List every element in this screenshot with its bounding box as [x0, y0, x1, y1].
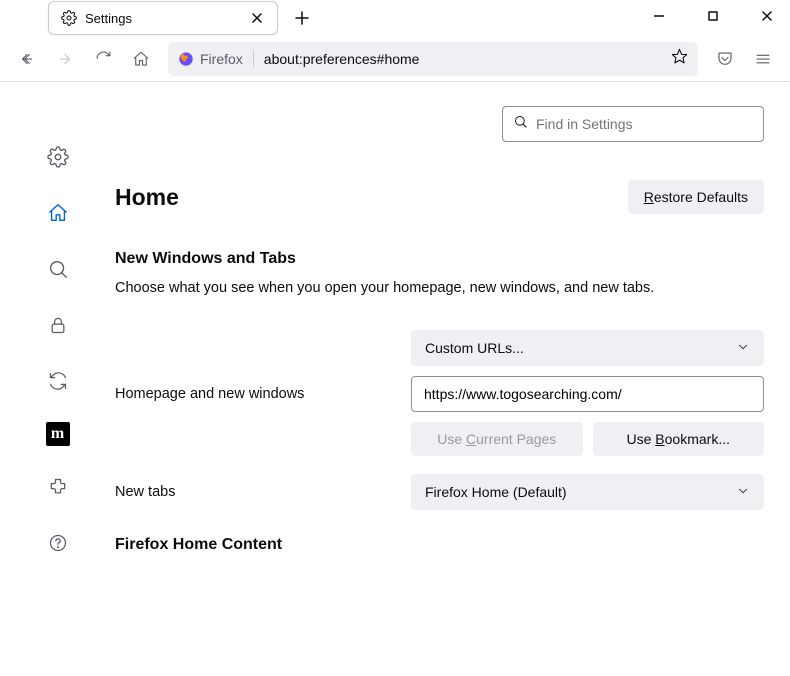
forward-button[interactable]: [48, 42, 82, 76]
browser-tab-settings[interactable]: Settings: [48, 1, 278, 35]
chevron-down-icon: [736, 484, 750, 501]
homepage-select-value: Custom URLs...: [425, 340, 524, 356]
app-menu-button[interactable]: [746, 42, 780, 76]
chevron-down-icon: [736, 340, 750, 357]
search-icon: [513, 114, 528, 134]
section-description: Choose what you see when you open your h…: [115, 278, 764, 298]
section-title-home-content: Firefox Home Content: [115, 536, 764, 554]
sidebar-item-help[interactable]: [43, 528, 73, 558]
page-title: Home: [115, 184, 179, 211]
new-tab-button[interactable]: [286, 2, 318, 34]
home-button[interactable]: [124, 42, 158, 76]
gear-icon: [61, 10, 77, 26]
section-title-new-windows-tabs: New Windows and Tabs: [115, 250, 764, 268]
urlbar-separator: [253, 50, 254, 68]
sidebar-item-general[interactable]: [43, 142, 73, 172]
use-bookmark-button[interactable]: Use Bookmark...: [593, 422, 765, 456]
url-bar[interactable]: Firefox about:preferences#home: [168, 42, 698, 76]
homepage-label: Homepage and new windows: [115, 330, 399, 402]
urlbar-firefox-label: Firefox: [200, 51, 243, 67]
settings-search-box[interactable]: [502, 106, 764, 142]
sidebar-item-more-mozilla[interactable]: m: [46, 422, 70, 446]
bookmark-star-icon[interactable]: [671, 48, 688, 70]
sidebar-item-sync[interactable]: [43, 366, 73, 396]
use-current-pages-button[interactable]: Use Current Pages: [411, 422, 583, 456]
sidebar-item-extensions[interactable]: [43, 472, 73, 502]
sidebar-item-home[interactable]: [43, 198, 73, 228]
sidebar-item-search[interactable]: [43, 254, 73, 284]
urlbar-url: about:preferences#home: [264, 51, 420, 67]
newtabs-select[interactable]: Firefox Home (Default): [411, 474, 764, 510]
settings-search-input[interactable]: [536, 116, 753, 132]
pocket-button[interactable]: [708, 42, 742, 76]
reload-button[interactable]: [86, 42, 120, 76]
newtabs-select-value: Firefox Home (Default): [425, 484, 567, 500]
close-tab-button[interactable]: [249, 10, 265, 26]
homepage-url-input[interactable]: [411, 376, 764, 412]
firefox-info-icon[interactable]: Firefox: [178, 51, 243, 67]
newtabs-label: New tabs: [115, 484, 399, 500]
restore-defaults-button[interactable]: Restore Defaults: [628, 180, 764, 214]
tab-title: Settings: [85, 11, 241, 26]
sidebar-item-privacy[interactable]: [43, 310, 73, 340]
homepage-select[interactable]: Custom URLs...: [411, 330, 764, 366]
back-button[interactable]: [10, 42, 44, 76]
